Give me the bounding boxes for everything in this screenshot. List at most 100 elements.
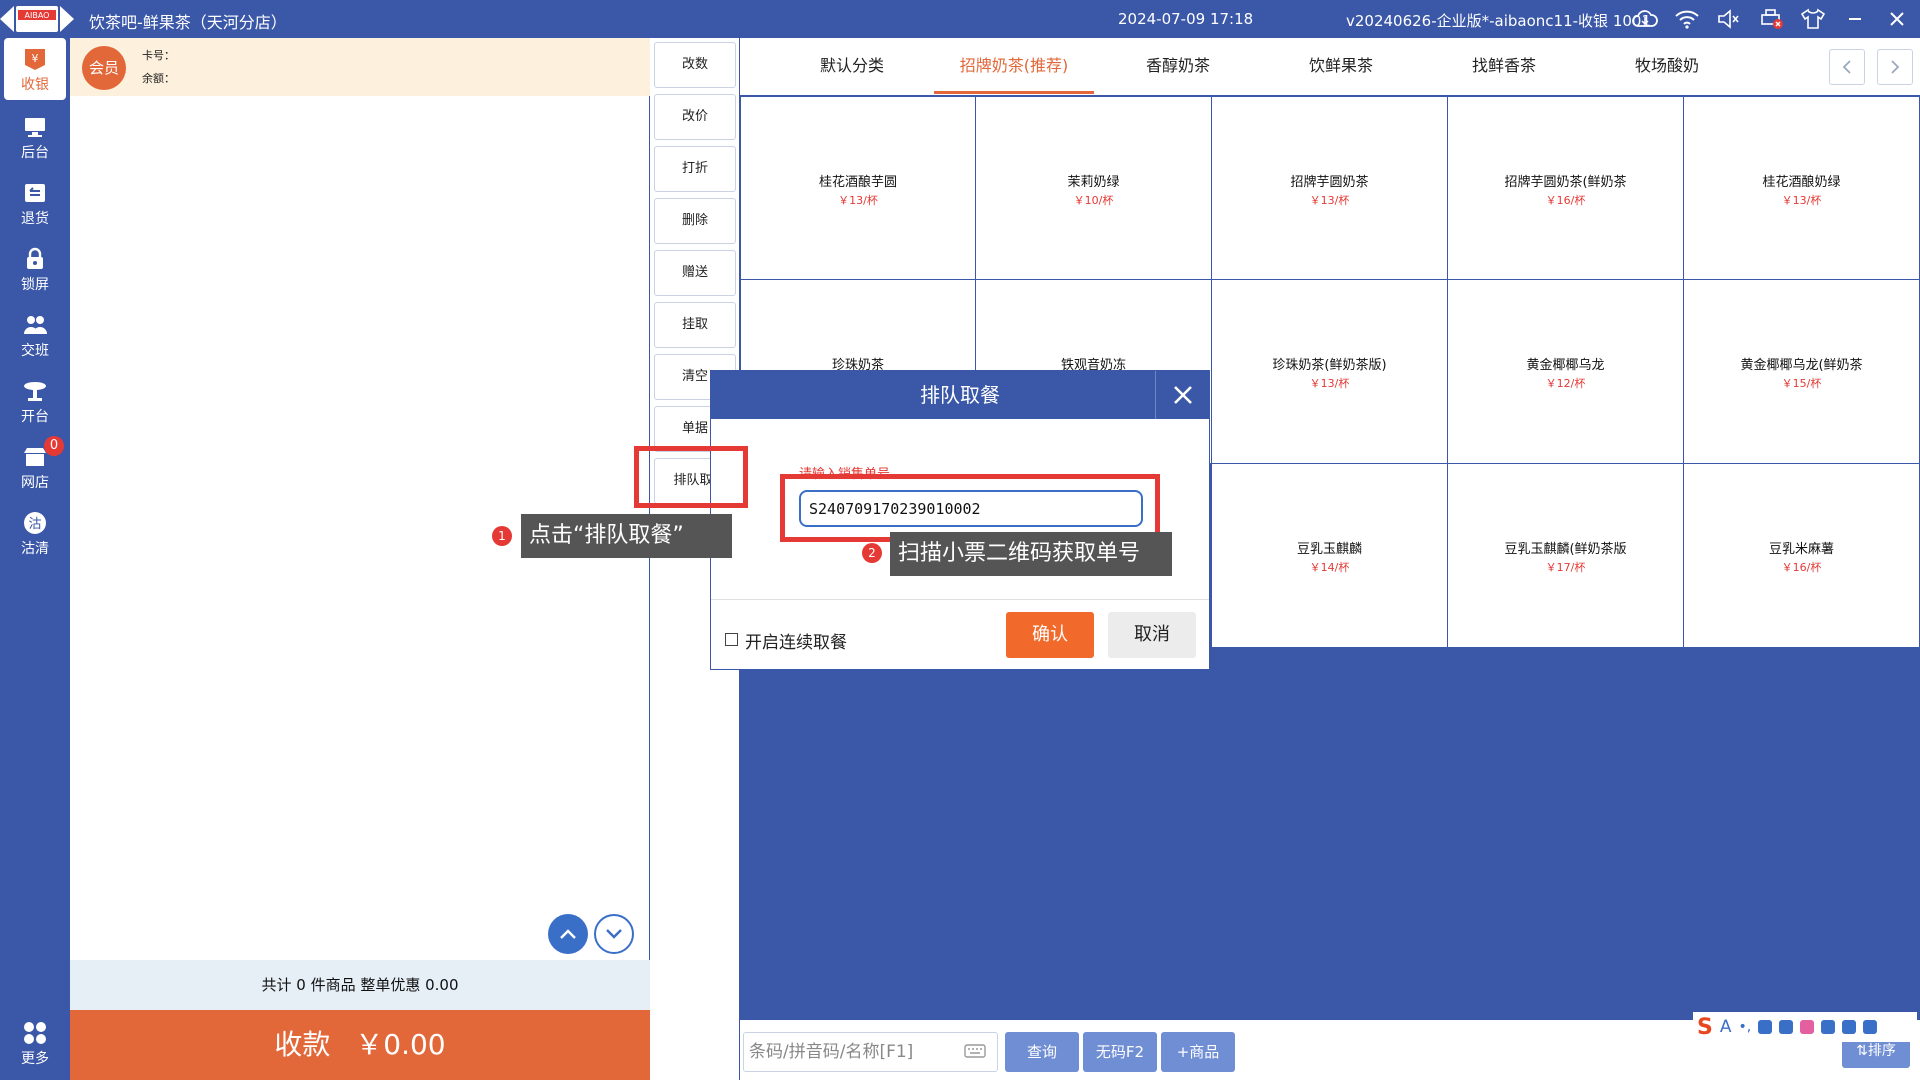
continuous-pickup-checkbox[interactable] bbox=[725, 633, 738, 646]
product-card[interactable]: 招牌芋圆奶茶 ￥13/杯 bbox=[1211, 96, 1448, 280]
ime-mode-icon[interactable]: A bbox=[1720, 1017, 1732, 1037]
member-balance-label: 余额： bbox=[142, 72, 175, 85]
product-card[interactable]: 黄金椰椰乌龙(鲜奶茶 ￥15/杯 bbox=[1683, 279, 1920, 464]
ime-game-icon[interactable] bbox=[1821, 1020, 1836, 1034]
nav-item-label: 退货 bbox=[21, 211, 49, 227]
ime-keyboard-icon[interactable] bbox=[1779, 1020, 1794, 1034]
product-name: 黄金椰椰乌龙 bbox=[1526, 358, 1605, 373]
dialog-title-text: 排队取餐 bbox=[920, 383, 1000, 407]
product-card[interactable]: 茉莉奶绿 ￥10/杯 bbox=[975, 96, 1212, 280]
step-1-callout: 点击“排队取餐” bbox=[521, 514, 732, 558]
product-card[interactable]: 桂花酒酿芋圆 ￥13/杯 bbox=[740, 96, 976, 280]
cancel-button[interactable]: 取消 bbox=[1108, 612, 1196, 658]
product-name: 豆乳玉麒麟(鲜奶茶版 bbox=[1504, 542, 1627, 557]
ime-settings-icon[interactable] bbox=[1863, 1020, 1878, 1034]
dialog-close-button[interactable] bbox=[1155, 371, 1209, 419]
more-icon bbox=[20, 1018, 50, 1048]
close-icon[interactable] bbox=[1884, 6, 1910, 32]
category-bar: 默认分类 招牌奶茶(推荐) 香醇奶茶 饮鲜果茶 找鲜香茶 牧场酸奶 bbox=[740, 38, 1920, 96]
add-product-button[interactable]: +商品 bbox=[1161, 1032, 1235, 1072]
volume-mute-icon[interactable] bbox=[1716, 6, 1742, 32]
gift-button[interactable]: 赠送 bbox=[654, 250, 736, 296]
product-card[interactable]: 珍珠奶茶(鲜奶茶版) ￥13/杯 bbox=[1211, 279, 1448, 464]
nav-item-lock[interactable]: 锁屏 bbox=[0, 238, 70, 300]
product-name: 招牌芋圆奶茶(鲜奶茶 bbox=[1504, 175, 1627, 190]
nav-item-label: 后台 bbox=[21, 145, 49, 161]
tab-fresh-aroma-tea[interactable]: 找鲜香茶 bbox=[1454, 38, 1554, 94]
nav-item-label: 交班 bbox=[21, 343, 49, 359]
ime-mic-icon[interactable] bbox=[1758, 1020, 1773, 1034]
minimize-icon[interactable] bbox=[1842, 6, 1868, 32]
nav-item-backend[interactable]: 后台 bbox=[0, 106, 70, 168]
member-button[interactable]: 会员 bbox=[82, 46, 126, 90]
dialog-title: 排队取餐 bbox=[711, 371, 1209, 419]
confirm-button[interactable]: 确认 bbox=[1006, 612, 1094, 658]
pay-label: 收款 bbox=[274, 1028, 331, 1061]
product-name: 茉莉奶绿 bbox=[1067, 175, 1120, 190]
order-panel: 会员 卡号： 余额： 共计 0 件商品 整单优惠 0.00 收款 ￥0.00 bbox=[70, 38, 650, 1080]
member-bar: 会员 卡号： 余额： bbox=[70, 38, 650, 96]
tab-mellow-milk-tea[interactable]: 香醇奶茶 bbox=[1128, 38, 1228, 94]
nav-item-handover[interactable]: 交班 bbox=[0, 304, 70, 366]
scroll-down-button[interactable] bbox=[594, 914, 634, 954]
nav-item-store[interactable]: 网店 0 bbox=[0, 436, 70, 498]
nav-item-soldout[interactable]: 沽 沽清 bbox=[0, 502, 70, 564]
title-bar: AIBAO 饮茶吧-鲜果茶（天河分店） 2024-07-09 17:18 v20… bbox=[0, 0, 1920, 38]
search-input[interactable] bbox=[743, 1032, 998, 1072]
product-card[interactable]: 豆乳米麻薯 ￥16/杯 bbox=[1683, 463, 1920, 648]
category-next-button[interactable] bbox=[1877, 49, 1913, 85]
shirt-icon[interactable] bbox=[1800, 6, 1826, 32]
nav-item-table[interactable]: 开台 bbox=[0, 370, 70, 432]
product-price: ￥13/杯 bbox=[1781, 194, 1822, 207]
tab-signature-milk-tea[interactable]: 招牌奶茶(推荐) bbox=[934, 38, 1094, 94]
chevron-right-icon bbox=[1891, 60, 1900, 74]
product-card[interactable]: 豆乳玉麒麟(鲜奶茶版 ￥17/杯 bbox=[1447, 463, 1684, 648]
app-logo: AIBAO bbox=[0, 0, 74, 38]
query-button[interactable]: 查询 bbox=[1005, 1032, 1079, 1072]
chevron-down-icon bbox=[606, 929, 622, 939]
tab-fresh-fruit-tea[interactable]: 饮鲜果茶 bbox=[1291, 38, 1391, 94]
ime-punct-icon[interactable]: •, bbox=[1739, 1019, 1752, 1035]
ime-apps-icon[interactable] bbox=[1842, 1020, 1857, 1034]
nav-item-label: 锁屏 bbox=[21, 277, 49, 293]
product-name: 豆乳玉麒麟 bbox=[1296, 542, 1362, 557]
pay-amount: ￥0.00 bbox=[355, 1028, 446, 1061]
wifi-icon[interactable] bbox=[1674, 6, 1700, 32]
discount-button[interactable]: 打折 bbox=[654, 146, 736, 192]
no-barcode-button[interactable]: 无码F2 bbox=[1083, 1032, 1157, 1072]
product-price: ￥13/杯 bbox=[1309, 377, 1350, 390]
dialog-divider bbox=[711, 599, 1209, 600]
tab-default[interactable]: 默认分类 bbox=[802, 38, 902, 94]
pay-button[interactable]: 收款 ￥0.00 bbox=[70, 1010, 650, 1080]
product-card[interactable]: 桂花酒酿奶绿 ￥13/杯 bbox=[1683, 96, 1920, 280]
nav-item-return[interactable]: 退货 bbox=[0, 172, 70, 234]
ime-toolbar[interactable]: S A •, bbox=[1693, 1012, 1917, 1042]
hold-retrieve-button[interactable]: 挂取 bbox=[654, 302, 736, 348]
tab-ranch-yogurt[interactable]: 牧场酸奶 bbox=[1617, 38, 1717, 94]
product-card[interactable]: 招牌芋圆奶茶(鲜奶茶 ￥16/杯 bbox=[1447, 96, 1684, 280]
nav-item-label: 沽清 bbox=[21, 541, 49, 557]
cloud-sync-icon[interactable] bbox=[1632, 6, 1658, 32]
ime-skin-icon[interactable] bbox=[1800, 1020, 1815, 1034]
product-card[interactable]: 黄金椰椰乌龙 ￥12/杯 bbox=[1447, 279, 1684, 464]
category-prev-button[interactable] bbox=[1829, 49, 1865, 85]
scroll-up-button[interactable] bbox=[548, 914, 588, 954]
printer-error-icon[interactable] bbox=[1758, 6, 1784, 32]
return-icon bbox=[20, 178, 50, 208]
keyboard-icon[interactable] bbox=[964, 1042, 986, 1062]
nav-item-more[interactable]: 更多 bbox=[0, 1012, 70, 1074]
table-icon bbox=[20, 376, 50, 406]
delete-button[interactable]: 删除 bbox=[654, 198, 736, 244]
ime-logo-icon: S bbox=[1697, 1014, 1713, 1040]
change-price-button[interactable]: 改价 bbox=[654, 94, 736, 140]
close-icon bbox=[1173, 386, 1192, 404]
nav-item-label: 收银 bbox=[21, 77, 49, 93]
product-name: 珍珠奶茶(鲜奶茶版) bbox=[1272, 358, 1387, 373]
nav-item-label: 开台 bbox=[21, 409, 49, 425]
change-quantity-button[interactable]: 改数 bbox=[654, 42, 736, 88]
svg-text:¥: ¥ bbox=[32, 52, 39, 65]
nav-item-cashier[interactable]: ¥ 收银 bbox=[4, 38, 66, 100]
product-name: 招牌芋圆奶茶 bbox=[1290, 175, 1369, 190]
product-card[interactable]: 豆乳玉麒麟 ￥14/杯 bbox=[1211, 463, 1448, 648]
datetime: 2024-07-09 17:18 bbox=[1118, 10, 1254, 28]
